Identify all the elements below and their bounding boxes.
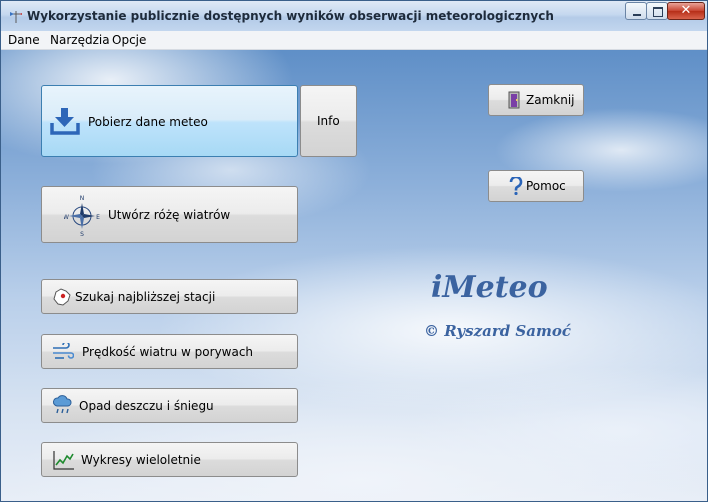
help-icon — [509, 175, 523, 198]
weather-vane-icon — [8, 8, 24, 24]
exit-door-icon — [507, 91, 523, 112]
long-term-charts-label: Wykresy wieloletnie — [81, 453, 201, 467]
precipitation-button[interactable]: Opad deszczu i śniegu — [41, 388, 298, 423]
nearest-station-label: Szukaj najbliższej stacji — [75, 290, 216, 304]
nearest-station-button[interactable]: Szukaj najbliższej stacji — [41, 279, 298, 314]
minimize-button[interactable] — [625, 2, 647, 20]
long-term-charts-button[interactable]: Wykresy wieloletnie — [41, 442, 298, 477]
menu-dane[interactable]: Dane — [8, 33, 40, 47]
window-title: Wykorzystanie publicznie dostępnych wyni… — [27, 9, 554, 23]
app-brand: iMeteo — [431, 270, 548, 305]
compass-s: S — [80, 231, 84, 237]
precipitation-label: Opad deszczu i śniegu — [79, 399, 214, 413]
main-window: Wykorzystanie publicznie dostępnych wyni… — [0, 0, 708, 502]
wind-rose-label: Utwórz różę wiatrów — [108, 208, 231, 222]
compass-icon: N S W E — [63, 193, 100, 240]
help-label: Pomoc — [526, 179, 566, 193]
minimize-icon — [633, 14, 641, 16]
title-bar[interactable]: Wykorzystanie publicznie dostępnych wyni… — [1, 1, 707, 31]
rain-cloud-icon — [52, 394, 74, 419]
compass-w: W — [64, 214, 69, 221]
help-button[interactable]: Pomoc — [488, 170, 584, 202]
maximize-button[interactable] — [646, 2, 668, 20]
close-window-button[interactable]: ✕ — [667, 2, 705, 20]
close-app-button[interactable]: Zamknij — [488, 84, 584, 116]
menu-narzedzia[interactable]: Narzędzia — [50, 33, 110, 47]
menu-opcje[interactable]: Opcje — [112, 33, 146, 47]
info-label: Info — [317, 114, 340, 128]
wind-gust-label: Prędkość wiatru w porywach — [82, 345, 254, 359]
download-data-button[interactable]: Pobierz dane meteo — [41, 85, 298, 157]
menu-bar: Dane Narzędzia Opcje — [1, 31, 707, 50]
map-pin-icon — [52, 287, 72, 310]
download-data-label: Pobierz dane meteo — [88, 115, 208, 129]
line-chart-icon — [53, 450, 75, 473]
wind-rose-button[interactable]: N S W E Utwórz różę wiatrów — [41, 186, 298, 243]
download-icon — [50, 107, 80, 138]
client-area: Pobierz dane meteo Info N S W E Utwórz r… — [1, 50, 707, 501]
compass-e: E — [96, 214, 100, 221]
close-icon: ✕ — [680, 3, 692, 18]
close-app-label: Zamknij — [526, 93, 575, 107]
wind-icon — [52, 341, 75, 364]
wind-gust-button[interactable]: Prędkość wiatru w porywach — [41, 334, 298, 369]
author-credit: © Ryszard Samoć — [424, 322, 571, 340]
maximize-icon — [653, 7, 663, 17]
compass-n: N — [80, 195, 85, 202]
info-button[interactable]: Info — [300, 85, 357, 157]
